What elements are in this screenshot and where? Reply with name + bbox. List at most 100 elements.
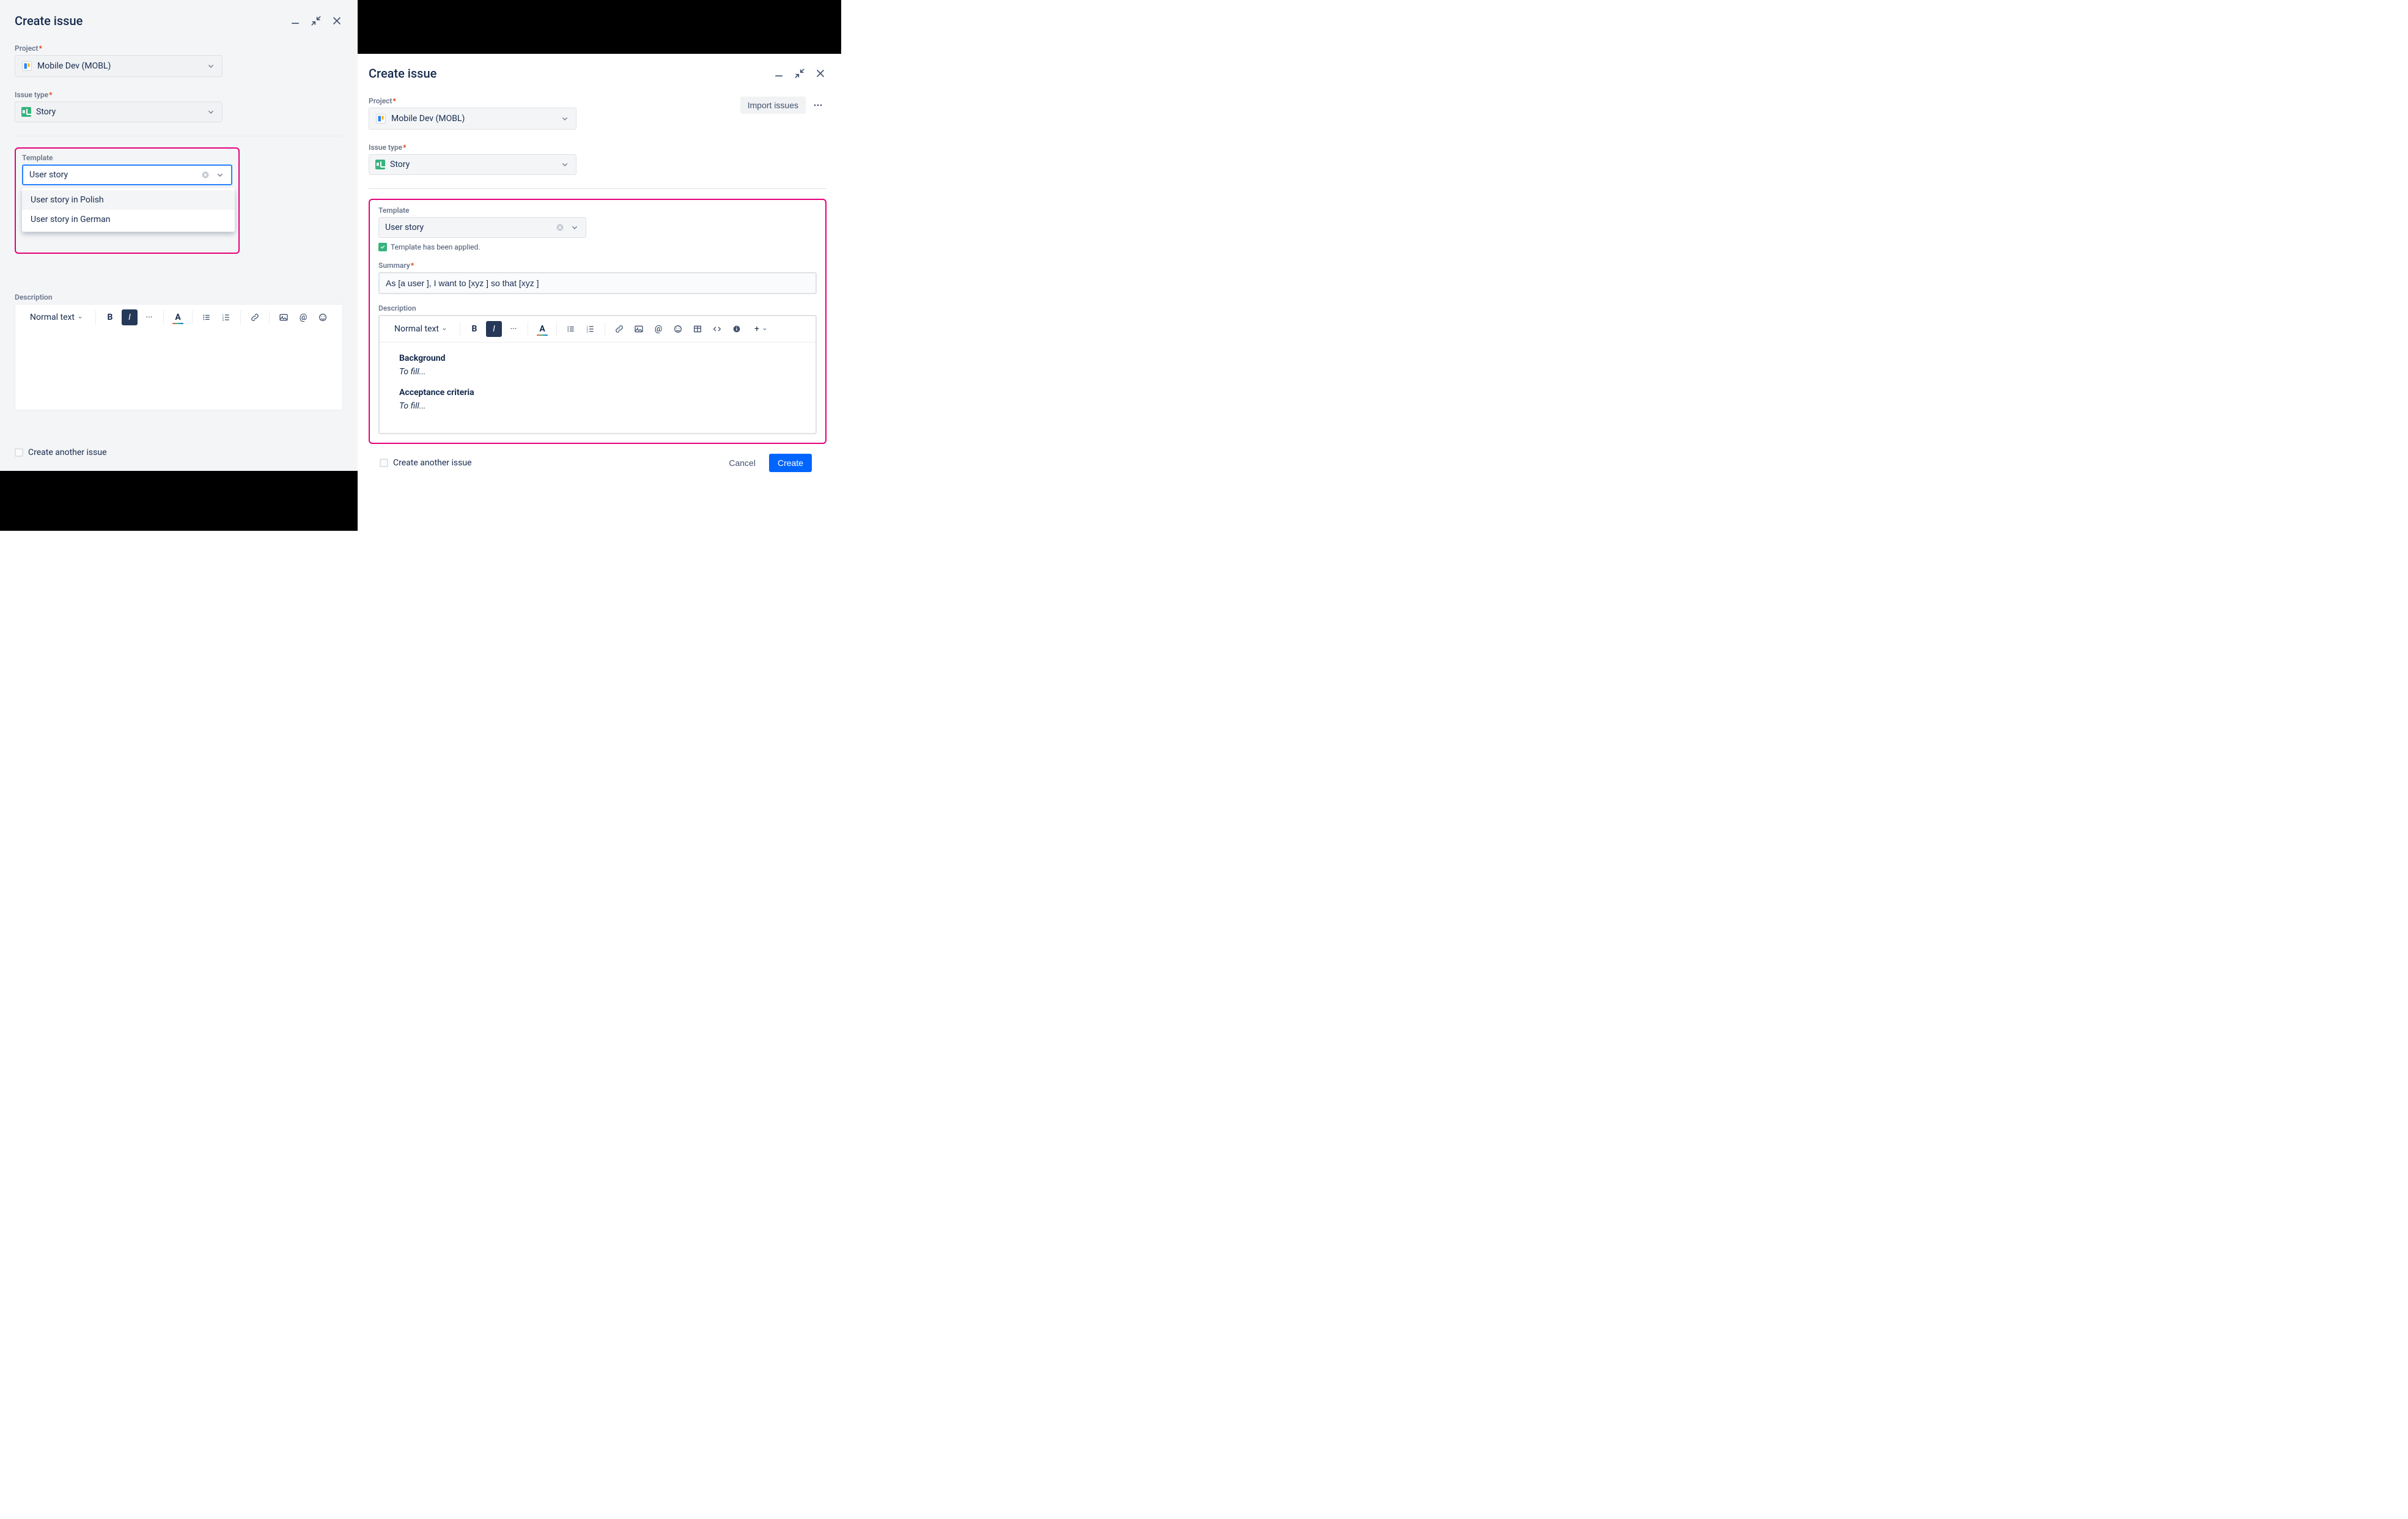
code-icon[interactable] bbox=[709, 321, 725, 337]
emoji-icon[interactable] bbox=[315, 309, 331, 325]
close-icon[interactable] bbox=[331, 15, 343, 27]
chevron-down-icon bbox=[206, 107, 216, 117]
template-dropdown[interactable]: User story in Polish User story in Germa… bbox=[22, 188, 235, 232]
heading-text: Background bbox=[399, 353, 796, 363]
dialog-header-right: Create issue bbox=[369, 66, 827, 81]
template-select[interactable]: User story bbox=[378, 217, 586, 238]
template-value: User story bbox=[385, 223, 424, 232]
project-select[interactable]: Mobile Dev (MOBL) bbox=[369, 108, 576, 130]
description-label: Description bbox=[15, 293, 343, 301]
text-style-select[interactable]: Normal text bbox=[388, 321, 454, 337]
chevron-down-icon bbox=[215, 170, 225, 180]
issuetype-label: Issue type* bbox=[15, 91, 343, 99]
template-value: User story bbox=[29, 170, 68, 180]
dialog-title: Create issue bbox=[15, 13, 83, 28]
italic-icon[interactable]: I bbox=[486, 321, 502, 337]
italic-icon[interactable]: I bbox=[122, 309, 138, 325]
table-icon[interactable] bbox=[690, 321, 705, 337]
editor-content[interactable]: Background To fill... Acceptance criteri… bbox=[380, 342, 816, 433]
close-icon[interactable] bbox=[814, 67, 827, 79]
info-icon[interactable] bbox=[729, 321, 745, 337]
check-icon bbox=[378, 243, 387, 251]
left-footer: Create another issue bbox=[15, 448, 107, 457]
dialog-title: Create issue bbox=[369, 66, 436, 81]
image-icon[interactable] bbox=[276, 309, 292, 325]
svg-text:3: 3 bbox=[222, 319, 224, 322]
left-panel: Create issue Project* bbox=[0, 0, 358, 531]
description-editor[interactable]: Normal text B I ··· A 123 @ bbox=[378, 315, 817, 434]
create-button[interactable]: Create bbox=[769, 454, 812, 472]
text-color-icon[interactable]: A bbox=[534, 321, 550, 337]
chevron-down-icon bbox=[560, 160, 570, 169]
template-highlight-box: Template User story User story in Polish… bbox=[15, 147, 240, 254]
black-bar bbox=[0, 471, 358, 531]
project-icon bbox=[21, 61, 32, 72]
project-select[interactable]: Mobile Dev (MOBL) bbox=[15, 55, 223, 77]
template-select[interactable]: User story bbox=[22, 164, 232, 185]
right-panel: Create issue Project* bbox=[358, 0, 841, 531]
cancel-button[interactable]: Cancel bbox=[721, 454, 763, 471]
bold-icon[interactable]: B bbox=[102, 309, 118, 325]
issuetype-value: Story bbox=[390, 160, 410, 169]
mention-icon[interactable]: @ bbox=[650, 321, 666, 337]
text-style-select[interactable]: Normal text bbox=[24, 309, 89, 325]
more-formatting-icon[interactable]: ··· bbox=[141, 309, 157, 325]
dropdown-option[interactable]: User story in German bbox=[22, 210, 235, 229]
image-icon[interactable] bbox=[631, 321, 647, 337]
bullet-list-icon[interactable] bbox=[563, 321, 579, 337]
chevron-down-icon bbox=[570, 223, 580, 232]
story-icon bbox=[375, 160, 385, 169]
create-another-checkbox[interactable] bbox=[380, 459, 388, 467]
numbered-list-icon[interactable]: 123 bbox=[218, 309, 234, 325]
create-another-label: Create another issue bbox=[28, 448, 107, 457]
template-applied-highlight: Template User story Templa bbox=[369, 199, 827, 444]
link-icon[interactable] bbox=[247, 309, 263, 325]
minimize-icon[interactable] bbox=[773, 67, 785, 79]
clear-icon[interactable] bbox=[555, 223, 565, 232]
mention-icon[interactable]: @ bbox=[295, 309, 311, 325]
collapse-icon[interactable] bbox=[310, 15, 322, 27]
divider bbox=[369, 188, 827, 189]
black-bar bbox=[358, 0, 841, 54]
link-icon[interactable] bbox=[611, 321, 627, 337]
emoji-icon[interactable] bbox=[670, 321, 686, 337]
project-value: Mobile Dev (MOBL) bbox=[391, 114, 465, 124]
minimize-icon[interactable] bbox=[289, 15, 301, 27]
dialog-header-left: Create issue bbox=[15, 13, 343, 28]
story-icon bbox=[21, 107, 31, 117]
numbered-list-icon[interactable]: 123 bbox=[583, 321, 598, 337]
heading-text: Acceptance criteria bbox=[399, 388, 796, 397]
create-another-checkbox[interactable] bbox=[15, 448, 23, 457]
description-editor[interactable]: Normal text B I ··· A 123 @ bbox=[15, 304, 343, 410]
dialog-footer: Create another issue Cancel Create bbox=[369, 444, 827, 478]
summary-label: Summary* bbox=[378, 261, 817, 270]
import-issues-button[interactable]: Import issues bbox=[740, 97, 806, 114]
project-icon bbox=[375, 113, 386, 124]
bullet-list-icon[interactable] bbox=[199, 309, 215, 325]
issuetype-value: Story bbox=[36, 107, 56, 117]
text-color-icon[interactable]: A bbox=[170, 309, 186, 325]
description-label: Description bbox=[378, 304, 817, 312]
issuetype-label: Issue type* bbox=[369, 143, 827, 152]
placeholder-text: To fill... bbox=[399, 401, 796, 411]
bold-icon[interactable]: B bbox=[466, 321, 482, 337]
project-label: Project* bbox=[369, 97, 740, 105]
project-value: Mobile Dev (MOBL) bbox=[37, 61, 111, 71]
summary-input[interactable] bbox=[378, 272, 817, 294]
insert-icon[interactable]: + bbox=[748, 321, 774, 337]
svg-text:3: 3 bbox=[586, 330, 588, 334]
chevron-down-icon bbox=[560, 114, 570, 124]
template-applied-message: Template has been applied. bbox=[378, 243, 817, 251]
chevron-down-icon bbox=[206, 61, 216, 71]
more-formatting-icon[interactable]: ··· bbox=[506, 321, 521, 337]
clear-icon[interactable] bbox=[201, 170, 210, 180]
collapse-icon[interactable] bbox=[793, 67, 806, 79]
template-label: Template bbox=[378, 206, 817, 215]
more-actions-icon[interactable] bbox=[809, 97, 827, 114]
project-label: Project* bbox=[15, 44, 343, 53]
issuetype-select[interactable]: Story bbox=[15, 102, 223, 122]
issuetype-select[interactable]: Story bbox=[369, 154, 576, 175]
dropdown-option[interactable]: User story in Polish bbox=[22, 190, 235, 210]
template-label: Template bbox=[22, 153, 232, 162]
create-another-label: Create another issue bbox=[393, 458, 472, 468]
